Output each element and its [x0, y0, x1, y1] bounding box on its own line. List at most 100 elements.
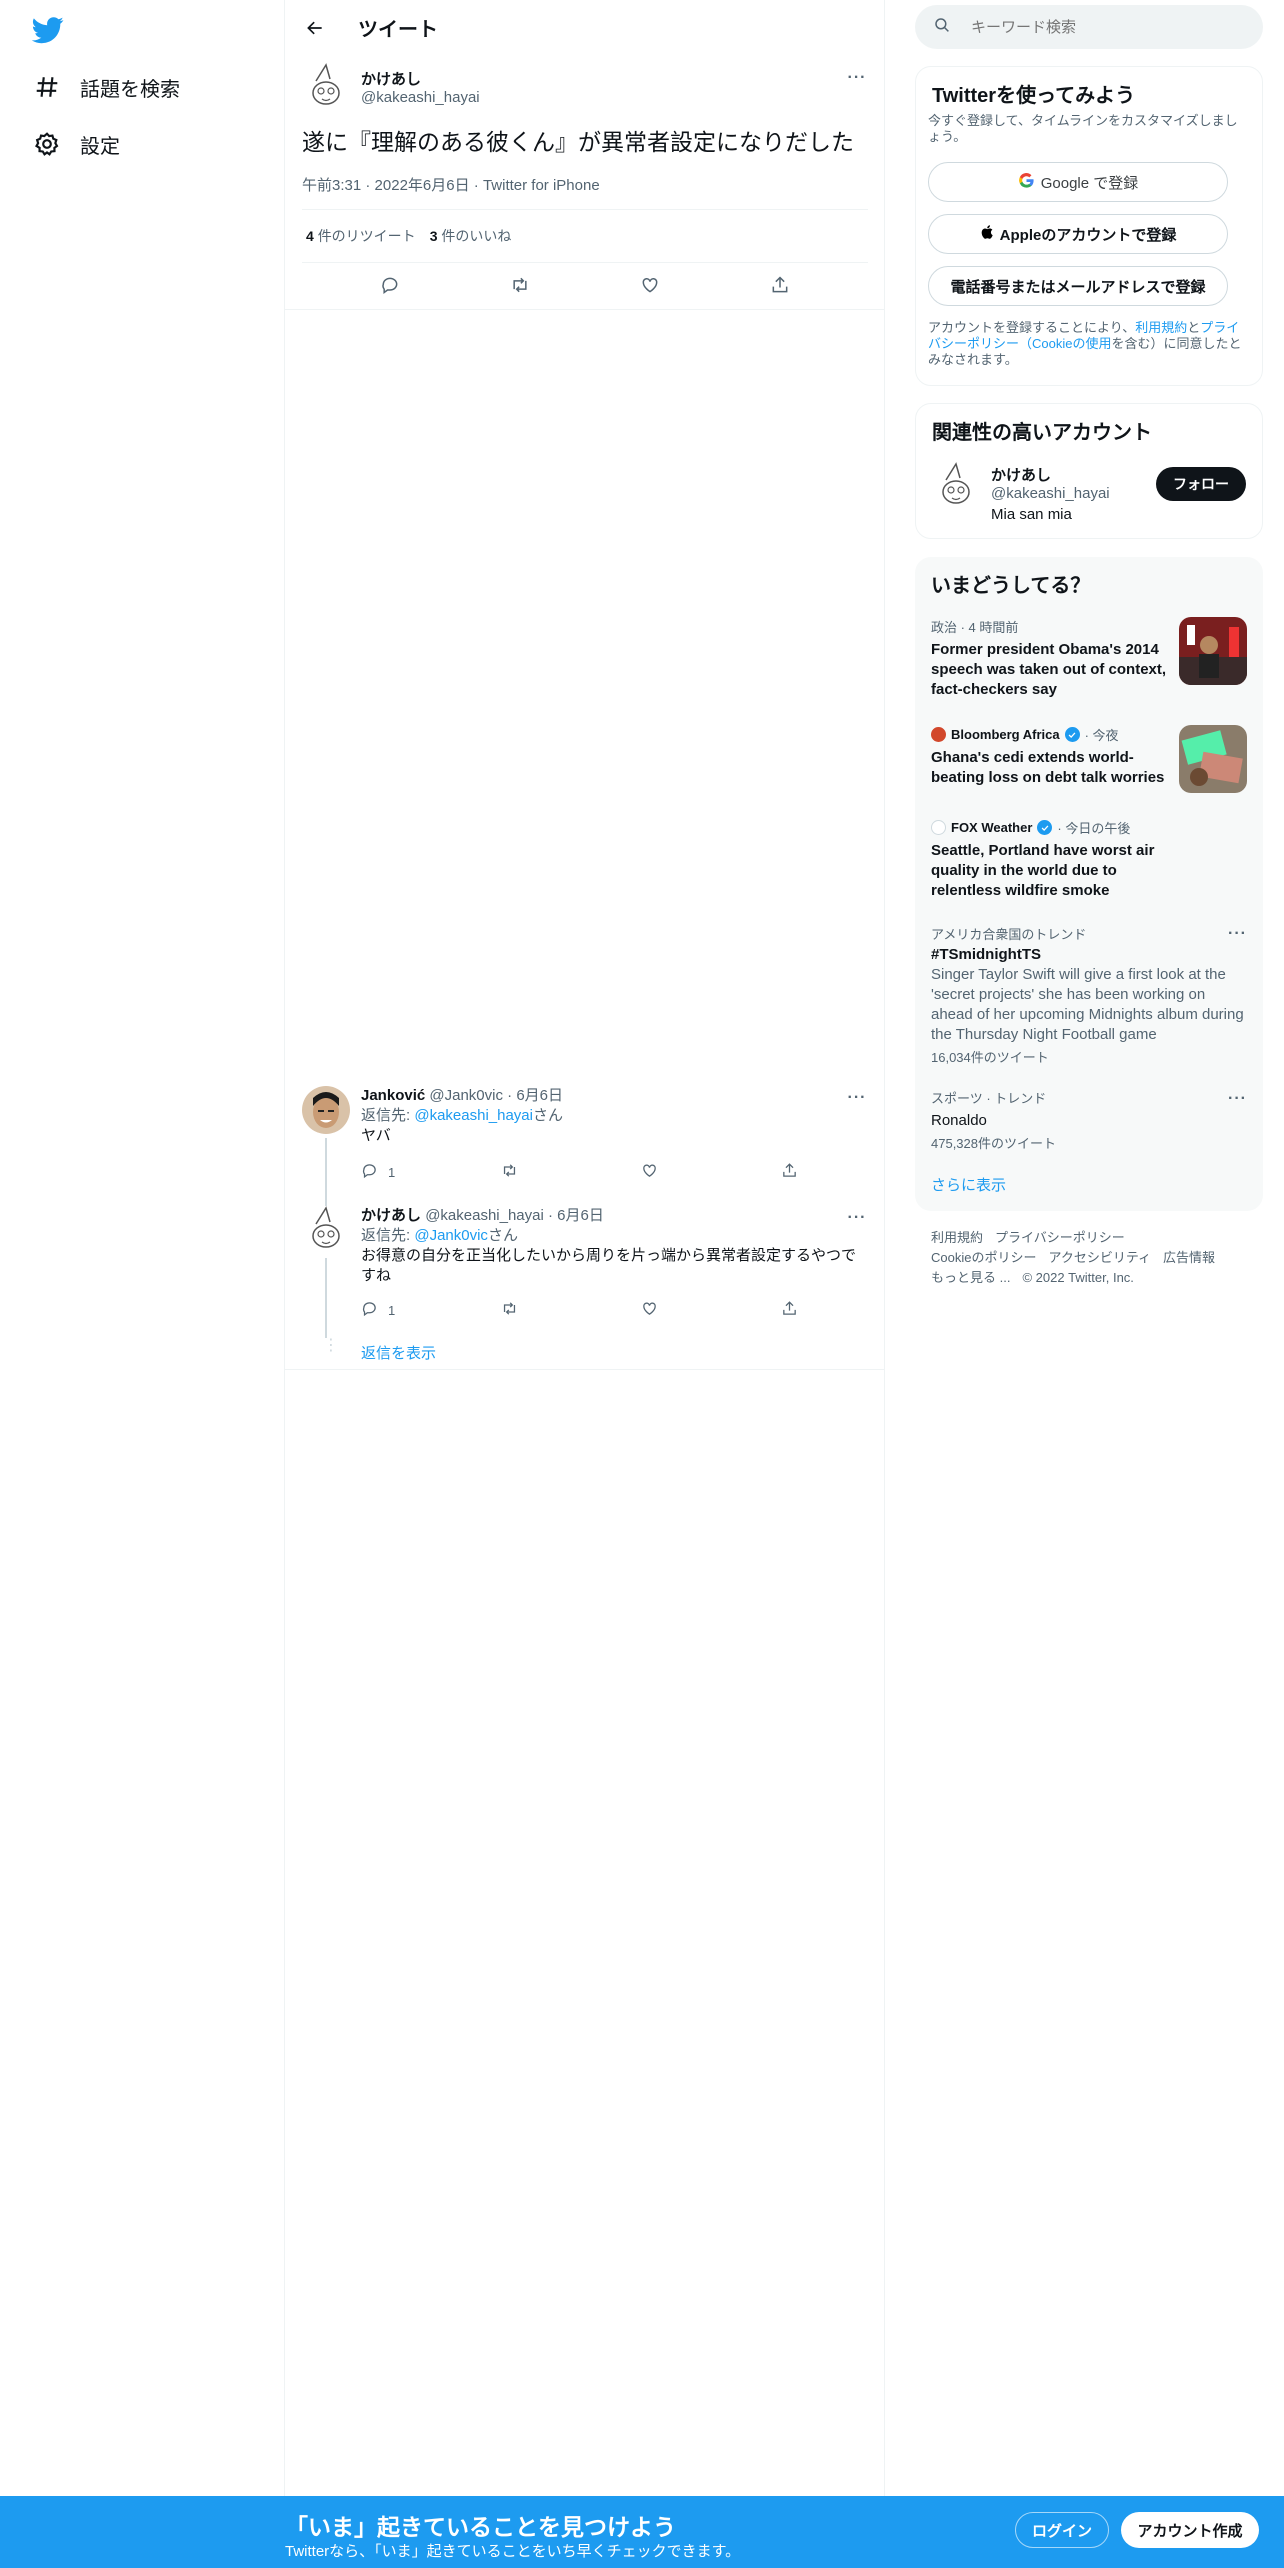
- avatar[interactable]: [302, 1206, 350, 1254]
- footer-copyright: © 2022 Twitter, Inc.: [1022, 1270, 1134, 1285]
- retweets-stat[interactable]: 4 件のリツイート: [306, 226, 416, 246]
- tweet-time[interactable]: 午前3:31: [302, 177, 361, 194]
- likes-stat[interactable]: 3 件のいいね: [430, 226, 512, 246]
- reply-actions: 1: [361, 1300, 921, 1320]
- reply-author-handle[interactable]: @kakeashi_hayai: [425, 1207, 544, 1224]
- google-signup-label: Google で登録: [1040, 174, 1139, 192]
- divider: [302, 262, 868, 263]
- reply-author-name[interactable]: Janković: [361, 1087, 425, 1104]
- tweet-text: 遂に『理解のある彼くん』が異常者設定になりだした: [302, 129, 854, 155]
- back-arrow-icon[interactable]: [299, 12, 331, 44]
- share-button[interactable]: [781, 1162, 921, 1182]
- footer-more-link[interactable]: もっと見る ...: [931, 1270, 1010, 1285]
- related-accounts-card: 関連性の高いアカウント かけあし @kakeashi_hayai Mia san…: [915, 403, 1263, 539]
- apple-icon: [980, 224, 996, 244]
- gear-icon: [30, 127, 64, 161]
- trend-item[interactable]: FOX Weather · 今日の午後 Seattle, Portland ha…: [931, 818, 1171, 901]
- reply-date[interactable]: 6月6日: [516, 1087, 563, 1104]
- reply-text: ヤバ: [361, 1127, 391, 1144]
- reply-to-link[interactable]: @kakeashi_hayai: [414, 1107, 533, 1124]
- reply-count: 1: [388, 1164, 396, 1180]
- trend-context: FOX Weather · 今日の午後: [931, 818, 1171, 837]
- nav-explore-label: 話題を検索: [80, 78, 180, 101]
- phone-signup-button[interactable]: 電話番号またはメールアドレスで登録: [928, 266, 1228, 306]
- retweet-button[interactable]: [501, 1162, 641, 1182]
- reply-author-name[interactable]: かけあし: [361, 1207, 421, 1224]
- share-button[interactable]: [781, 1300, 921, 1320]
- show-more-link[interactable]: さらに表示: [931, 1174, 1006, 1195]
- trend-thumbnail: [1179, 617, 1247, 685]
- author-handle[interactable]: @kakeashi_hayai: [361, 89, 480, 106]
- nav-settings[interactable]: 設定: [30, 122, 120, 166]
- reply-author-handle[interactable]: @Jank0vic: [429, 1087, 503, 1104]
- trend-context: 政治 · 4 時間前: [931, 620, 1019, 635]
- divider: [285, 309, 885, 310]
- page-title: ツイート: [358, 19, 438, 41]
- reply-icon: [361, 1162, 378, 1182]
- show-replies-link[interactable]: 返信を表示: [361, 1342, 436, 1363]
- terms-link[interactable]: 利用規約: [1135, 320, 1187, 335]
- reply-button[interactable]: 1: [361, 1162, 501, 1182]
- reply-button[interactable]: 1: [361, 1300, 501, 1320]
- tweet-author: かけあし @kakeashi_hayai: [361, 68, 480, 106]
- trend-title: Former president Obama's 2014 speech was…: [931, 641, 1167, 698]
- more-icon[interactable]: ···: [845, 1086, 869, 1110]
- trend-title: Ghana's cedi extends world-beating loss …: [931, 749, 1165, 786]
- footer-terms-link[interactable]: 利用規約: [931, 1230, 983, 1245]
- reply-to-link[interactable]: @Jank0vic: [414, 1227, 488, 1244]
- like-icon: [641, 1162, 658, 1182]
- trend-count: 475,328件のツイート: [931, 1136, 1056, 1151]
- more-icon[interactable]: ···: [1228, 925, 1247, 943]
- share-icon[interactable]: [763, 268, 797, 302]
- avatar[interactable]: [302, 63, 350, 111]
- like-button[interactable]: [641, 1300, 781, 1320]
- trends-title: いまどうしてる？: [931, 575, 1091, 597]
- like-button[interactable]: [641, 1162, 781, 1182]
- nav-explore[interactable]: 話題を検索: [30, 65, 180, 109]
- trend-item[interactable]: スポーツ · トレンド Ronaldo 475,328件のツイート: [931, 1088, 1247, 1152]
- more-icon[interactable]: ···: [845, 1206, 869, 1230]
- search-input[interactable]: [971, 18, 1251, 36]
- verified-icon: [1064, 727, 1080, 742]
- retweet-icon[interactable]: [503, 268, 537, 302]
- trend-time: · 今日の午後: [1057, 821, 1131, 836]
- related-handle[interactable]: @kakeashi_hayai: [991, 485, 1110, 502]
- tweet-actions: [285, 268, 885, 302]
- footer-privacy-link[interactable]: プライバシーポリシー: [995, 1230, 1125, 1245]
- more-icon[interactable]: ···: [1228, 1090, 1247, 1108]
- reply-actions: 1: [361, 1162, 921, 1182]
- retweet-button[interactable]: [501, 1300, 641, 1320]
- footer-cookie-link[interactable]: Cookieのポリシー: [931, 1250, 1036, 1265]
- twitter-bird-icon[interactable]: [31, 14, 64, 46]
- tweet-source[interactable]: Twitter for iPhone: [483, 177, 600, 194]
- apple-signup-label: Appleのアカウントで登録: [999, 226, 1177, 244]
- bloomberg-logo-icon: [931, 727, 946, 742]
- footer-accessibility-link[interactable]: アクセシビリティ: [1048, 1250, 1151, 1265]
- tweet-date[interactable]: 2022年6月6日: [375, 177, 470, 194]
- trend-thumbnail: [1179, 725, 1247, 793]
- like-icon[interactable]: [633, 268, 667, 302]
- trend-item[interactable]: アメリカ合衆国のトレンド #TSmidnightTS Singer Taylor…: [931, 924, 1247, 1066]
- author-name[interactable]: かけあし: [361, 68, 480, 89]
- avatar[interactable]: [932, 462, 980, 510]
- trend-item[interactable]: Bloomberg Africa · 今夜 Ghana's cedi exten…: [931, 725, 1171, 788]
- google-signup-button[interactable]: Google で登録: [928, 162, 1228, 202]
- reply-text: お得意の自分を正当化したいから周りを片っ端から異常者設定するやつですね: [361, 1247, 857, 1284]
- reply-date[interactable]: 6月6日: [557, 1207, 604, 1224]
- avatar[interactable]: [302, 1086, 350, 1134]
- trend-item[interactable]: 政治 · 4 時間前 Former president Obama's 2014…: [931, 617, 1171, 700]
- trend-time: · 今夜: [1084, 728, 1119, 743]
- reply-icon[interactable]: [373, 268, 407, 302]
- more-icon[interactable]: ···: [845, 66, 869, 90]
- related-name[interactable]: かけあし: [991, 464, 1110, 485]
- thread-dots: ⋮: [323, 1337, 339, 1354]
- follow-button[interactable]: フォロー: [1156, 467, 1246, 501]
- retweet-icon: [501, 1162, 518, 1182]
- footer-ads-link[interactable]: 広告情報: [1163, 1250, 1215, 1265]
- signup-button[interactable]: アカウント作成: [1121, 2512, 1259, 2548]
- login-button[interactable]: ログイン: [1015, 2512, 1109, 2548]
- search-box[interactable]: [915, 5, 1263, 49]
- reply-suffix: さん: [532, 1107, 563, 1124]
- apple-signup-button[interactable]: Appleのアカウントで登録: [928, 214, 1228, 254]
- header: ツイート: [285, 0, 885, 53]
